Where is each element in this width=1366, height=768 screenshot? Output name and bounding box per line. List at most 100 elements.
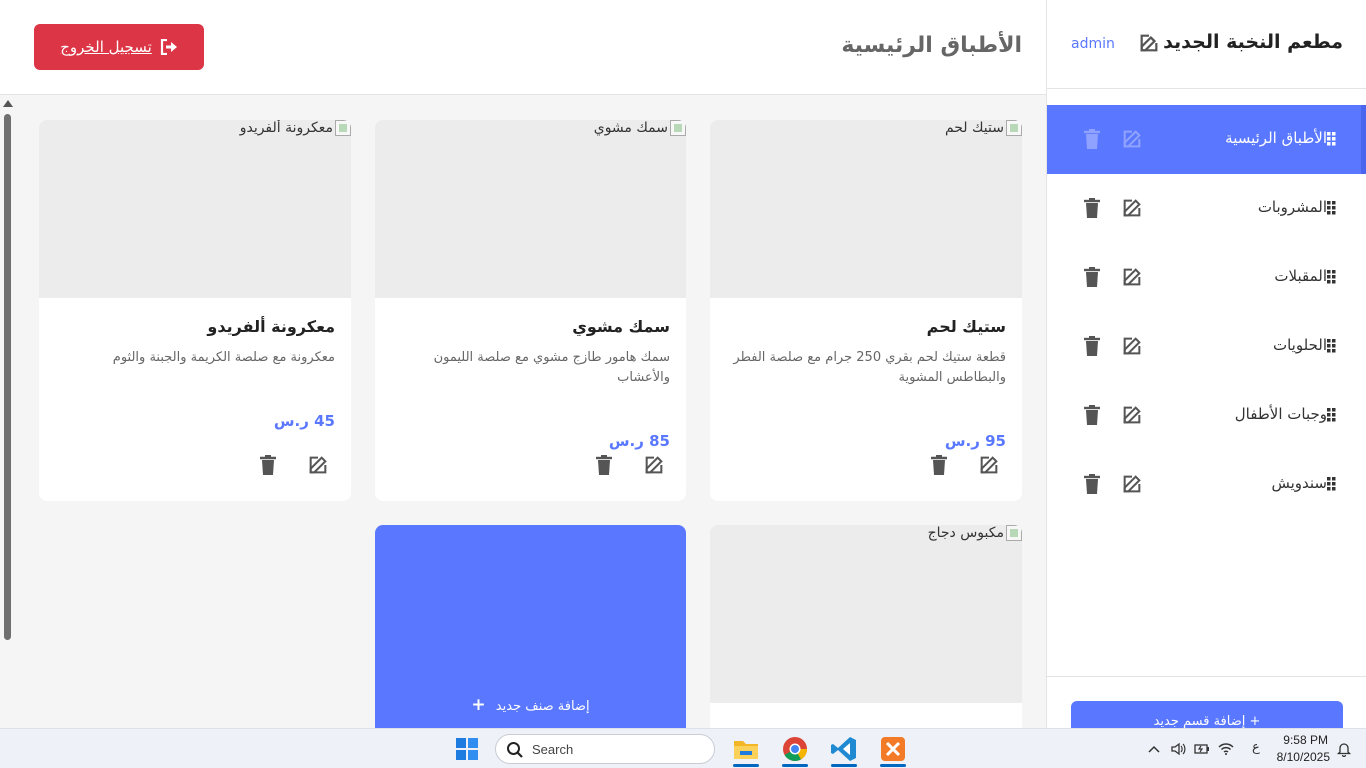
sidebar-item-label: وجبات الأطفال <box>1234 405 1327 423</box>
broken-image-icon <box>1006 120 1022 136</box>
restaurant-name: مطعم النخبة الجديد <box>1163 31 1343 53</box>
edit-icon[interactable] <box>1121 335 1143 357</box>
edit-icon[interactable] <box>1138 32 1160 54</box>
sidebar-item-label: المقبلات <box>1274 267 1327 285</box>
logout-button[interactable]: تسجيل الخروج <box>34 24 204 70</box>
item-title: معكرونة ألفريدو <box>207 317 335 336</box>
taskbar-search-input[interactable]: Search <box>495 734 715 764</box>
scroll-up-arrow-icon[interactable] <box>3 100 13 107</box>
vscode-icon <box>831 737 856 761</box>
taskbar-file-explorer[interactable] <box>731 735 761 767</box>
sidebar-item-sandwich[interactable]: سندويش <box>1047 450 1366 519</box>
broken-image-icon <box>335 120 351 136</box>
edit-icon[interactable] <box>978 454 1000 476</box>
sidebar-item-label: الحلويات <box>1272 336 1327 354</box>
item-card: سمك مشوي سمك مشوي سمك هامور طازج مشوي مع… <box>375 120 686 501</box>
trash-icon[interactable] <box>1082 404 1102 426</box>
page-title: الأطباق الرئيسية <box>841 33 1022 58</box>
speaker-icon[interactable] <box>1170 741 1186 757</box>
trash-icon[interactable] <box>1082 266 1102 288</box>
taskbar-vscode[interactable] <box>829 735 859 767</box>
sidebar-footer: + إضافة قسم جديد <box>1047 676 1366 737</box>
item-description: قطعة ستيك لحم بقري 250 جرام مع صلصة الفط… <box>733 350 1006 385</box>
active-indicator <box>782 764 808 767</box>
wifi-icon[interactable] <box>1218 741 1234 757</box>
active-indicator <box>831 764 857 767</box>
sidebar-header: مطعم النخبة الجديد admin <box>1047 0 1366 89</box>
item-description: سمك هامور طازج مشوي مع صلصة الليمون والأ… <box>433 350 670 385</box>
trash-icon[interactable] <box>1082 197 1102 219</box>
edit-icon[interactable] <box>1121 404 1143 426</box>
taskbar-chrome[interactable] <box>780 735 810 767</box>
main-content: ستيك لحم ستيك لحم قطعة ستيك لحم بقري 250… <box>0 96 1046 728</box>
active-indicator <box>880 764 906 767</box>
sidebar-item-appetizers[interactable]: المقبلات <box>1047 243 1366 312</box>
scrollbar-thumb[interactable] <box>4 114 11 640</box>
keyboard-language[interactable]: ع <box>1252 740 1260 755</box>
topbar: الأطباق الرئيسية تسجيل الخروج <box>0 0 1046 95</box>
search-icon <box>507 742 523 758</box>
item-image: مكبوس دجاج <box>710 525 1022 703</box>
item-title: سمك مشوي <box>572 317 670 336</box>
sidebar-item-drinks[interactable]: المشروبات <box>1047 174 1366 243</box>
item-card: ستيك لحم ستيك لحم قطعة ستيك لحم بقري 250… <box>710 120 1022 501</box>
sidebar-item-kids-meals[interactable]: وجبات الأطفال <box>1047 381 1366 450</box>
trash-icon[interactable] <box>1082 128 1102 150</box>
item-price: 95 ر.س <box>944 432 1006 450</box>
sidebar-item-main-dishes[interactable]: الأطباق الرئيسية <box>1047 105 1366 174</box>
image-alt-label: سمك مشوي <box>593 120 668 136</box>
edit-icon[interactable] <box>307 454 329 476</box>
plus-icon: + <box>471 695 486 715</box>
add-item-text: إضافة صنف جديد <box>495 699 590 714</box>
sidebar-item-label: المشروبات <box>1257 198 1327 216</box>
item-description: معكرونة مع صلصة الكريمة والجبنة والثوم <box>112 350 335 365</box>
trash-icon[interactable] <box>1082 473 1102 495</box>
image-alt-label: مكبوس دجاج <box>927 525 1004 541</box>
clock-date[interactable]: 8/10/2025 <box>1270 750 1330 764</box>
folder-icon <box>734 741 758 759</box>
sidebar-item-label: سندويش <box>1271 474 1327 492</box>
edit-icon[interactable] <box>1121 128 1143 150</box>
taskbar-xampp[interactable] <box>878 735 908 767</box>
trash-icon[interactable] <box>594 454 614 476</box>
add-item-button[interactable]: إضافة صنف جديد + <box>375 525 686 728</box>
drag-grid-icon[interactable] <box>1327 201 1339 215</box>
chrome-icon <box>783 737 807 762</box>
item-image: سمك مشوي <box>375 120 686 298</box>
item-card: مكبوس دجاج <box>710 525 1022 728</box>
drag-grid-icon[interactable] <box>1327 408 1339 422</box>
active-indicator <box>733 764 759 767</box>
edit-icon[interactable] <box>1121 197 1143 219</box>
trash-icon[interactable] <box>258 454 278 476</box>
sidebar-item-label: الأطباق الرئيسية <box>1225 129 1327 147</box>
drag-grid-icon[interactable] <box>1327 477 1339 491</box>
windows-start-icon[interactable] <box>456 738 478 760</box>
edit-icon[interactable] <box>1121 266 1143 288</box>
drag-grid-icon[interactable] <box>1327 339 1339 353</box>
chevron-up-icon[interactable] <box>1146 741 1162 757</box>
item-price: 85 ر.س <box>608 432 670 450</box>
image-alt-label: ستيك لحم <box>944 120 1004 136</box>
item-image: ستيك لحم <box>710 120 1022 298</box>
drag-grid-icon[interactable] <box>1327 270 1339 284</box>
search-placeholder: Search <box>532 742 574 757</box>
bell-icon[interactable] <box>1336 741 1352 757</box>
admin-label: admin <box>1071 36 1115 52</box>
sidebar-item-desserts[interactable]: الحلويات <box>1047 312 1366 381</box>
edit-icon[interactable] <box>1121 473 1143 495</box>
trash-icon[interactable] <box>1082 335 1102 357</box>
scrollbar[interactable] <box>3 100 13 728</box>
image-alt-text: ستيك لحم <box>945 120 1022 136</box>
item-title: ستيك لحم <box>926 317 1006 336</box>
item-image: معكرونة ألفريدو <box>39 120 351 298</box>
image-alt-text: معكرونة ألفريدو <box>240 120 351 136</box>
edit-icon[interactable] <box>643 454 665 476</box>
logout-label: تسجيل الخروج <box>60 38 152 56</box>
trash-icon[interactable] <box>929 454 949 476</box>
drag-grid-icon[interactable] <box>1327 132 1339 146</box>
clock-time[interactable]: 9:58 PM <box>1270 733 1328 747</box>
xampp-icon <box>881 737 905 761</box>
battery-icon[interactable] <box>1194 741 1210 757</box>
category-list: الأطباق الرئيسية المشروبات المقبلات الحل… <box>1047 105 1366 519</box>
add-item-label: إضافة صنف جديد + <box>375 695 686 715</box>
